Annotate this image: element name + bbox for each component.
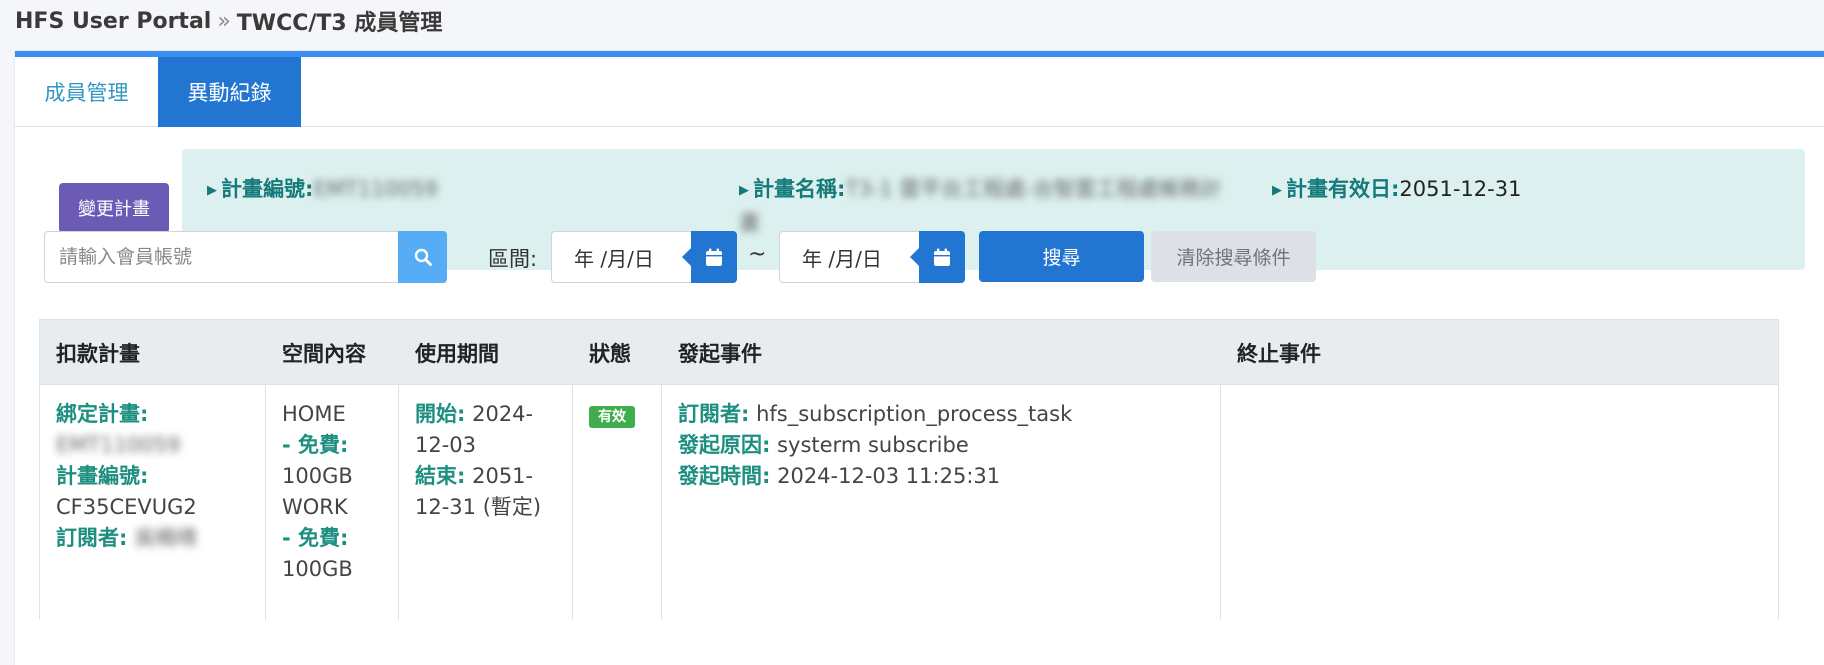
space-work-free-label: - 免費: bbox=[282, 526, 349, 550]
subscriber-value: 吳曉晴 bbox=[134, 526, 198, 550]
tab-bar: 成員管理 異動紀錄 bbox=[15, 57, 1824, 127]
member-search-button[interactable] bbox=[398, 231, 447, 283]
tab-change-log[interactable]: 異動紀錄 bbox=[158, 57, 301, 127]
cell-space-content: HOME - 免費: 100GB WORK - 免費: 100GB bbox=[266, 385, 399, 620]
cell-deduction-plan: 綁定計畫: EMT110059 計畫編號: CF35CEVUG2 訂閱者: 吳曉… bbox=[40, 385, 266, 620]
plan-valid-value: 2051-12-31 bbox=[1399, 177, 1522, 201]
header-initiate-event: 發起事件 bbox=[678, 341, 762, 366]
cell-usage-period: 開始: 2024-12-03 結束: 2051-12-31 (暫定) bbox=[399, 385, 573, 620]
plan-name-label: 計畫名稱: bbox=[753, 177, 846, 201]
initiator-label: 訂閱者: bbox=[678, 402, 750, 426]
plan-id-value: EMT110059 bbox=[313, 177, 438, 201]
plan-valid-info: ▶ 計畫有效日:2051-12-31 bbox=[1272, 173, 1772, 207]
range-separator: ~ bbox=[748, 242, 767, 267]
space-home-free-label: - 免費: bbox=[282, 433, 349, 457]
space-home-size: 100GB bbox=[282, 464, 353, 488]
space-work-size: 100GB bbox=[282, 557, 353, 581]
header-usage-period: 使用期間 bbox=[415, 341, 499, 366]
triangle-right-icon: ▶ bbox=[739, 183, 749, 198]
plan-valid-label: 計畫有效日: bbox=[1286, 177, 1400, 201]
date-start-input[interactable]: 年 /月/日 bbox=[551, 231, 737, 283]
cell-terminate-event bbox=[1221, 385, 1778, 620]
date-end-picker-button[interactable] bbox=[910, 231, 965, 283]
search-icon bbox=[414, 248, 432, 266]
cell-initiate-event: 訂閱者: hfs_subscription_process_task 發起原因:… bbox=[662, 385, 1221, 620]
header-space-content: 空間內容 bbox=[282, 341, 366, 366]
header-terminate-event: 終止事件 bbox=[1237, 341, 1321, 366]
header-status: 狀態 bbox=[589, 341, 631, 366]
range-label: 區間: bbox=[488, 247, 538, 271]
subscriber-label: 訂閱者: bbox=[56, 526, 128, 550]
date-start-picker-button[interactable] bbox=[682, 231, 737, 283]
date-end-text: 年 /月/日 bbox=[802, 247, 882, 271]
member-search-group bbox=[44, 231, 447, 283]
time-label: 發起時間: bbox=[678, 464, 771, 488]
calendar-icon bbox=[934, 248, 950, 266]
plan-id-info: ▶ 計畫編號:EMT110059 bbox=[207, 173, 707, 207]
end-label: 結束: bbox=[415, 464, 466, 488]
breadcrumb-root[interactable]: HFS User Portal bbox=[15, 9, 211, 34]
tab-member-management[interactable]: 成員管理 bbox=[15, 57, 158, 127]
change-plan-button[interactable]: 變更計畫 bbox=[59, 183, 169, 233]
time-value: 2024-12-03 11:25:31 bbox=[777, 464, 1001, 488]
reason-label: 發起原因: bbox=[678, 433, 771, 457]
change-log-table: 扣款計畫 空間內容 使用期間 狀態 發起事件 終止事件 綁定計畫: EMT110… bbox=[39, 319, 1779, 620]
reason-value: systerm subscribe bbox=[777, 433, 969, 457]
plan-no-label: 計畫編號: bbox=[56, 464, 149, 488]
clear-search-button[interactable]: 清除搜尋條件 bbox=[1151, 231, 1316, 282]
breadcrumb: HFS User Portal » TWCC/T3 成員管理 bbox=[15, 6, 443, 37]
cell-status: 有效 bbox=[573, 385, 662, 620]
plan-name-info: ▶ 計畫名稱:T3-1 雲平台工程處-台智雲工程處帳務計畫 bbox=[739, 173, 1229, 239]
breadcrumb-current: TWCC/T3 成員管理 bbox=[236, 11, 443, 36]
triangle-right-icon: ▶ bbox=[207, 183, 217, 198]
space-work-name: WORK bbox=[282, 495, 348, 519]
header-deduction-plan: 扣款計畫 bbox=[56, 341, 140, 366]
space-home-name: HOME bbox=[282, 402, 346, 426]
initiator-value: hfs_subscription_process_task bbox=[756, 402, 1073, 426]
breadcrumb-separator: » bbox=[217, 8, 231, 34]
plan-no-value: CF35CEVUG2 bbox=[56, 495, 197, 519]
bound-plan-value: EMT110059 bbox=[56, 433, 181, 457]
calendar-icon bbox=[706, 248, 722, 266]
date-end-input[interactable]: 年 /月/日 bbox=[779, 231, 965, 283]
table-header: 扣款計畫 空間內容 使用期間 狀態 發起事件 終止事件 bbox=[40, 320, 1778, 385]
search-button[interactable]: 搜尋 bbox=[979, 231, 1144, 282]
member-search-input[interactable] bbox=[45, 232, 398, 282]
plan-id-label: 計畫編號: bbox=[221, 177, 314, 201]
status-badge: 有效 bbox=[589, 406, 635, 428]
triangle-right-icon: ▶ bbox=[1272, 183, 1282, 198]
start-label: 開始: bbox=[415, 402, 466, 426]
bound-plan-label: 綁定計畫: bbox=[56, 402, 149, 426]
date-start-text: 年 /月/日 bbox=[574, 247, 654, 271]
